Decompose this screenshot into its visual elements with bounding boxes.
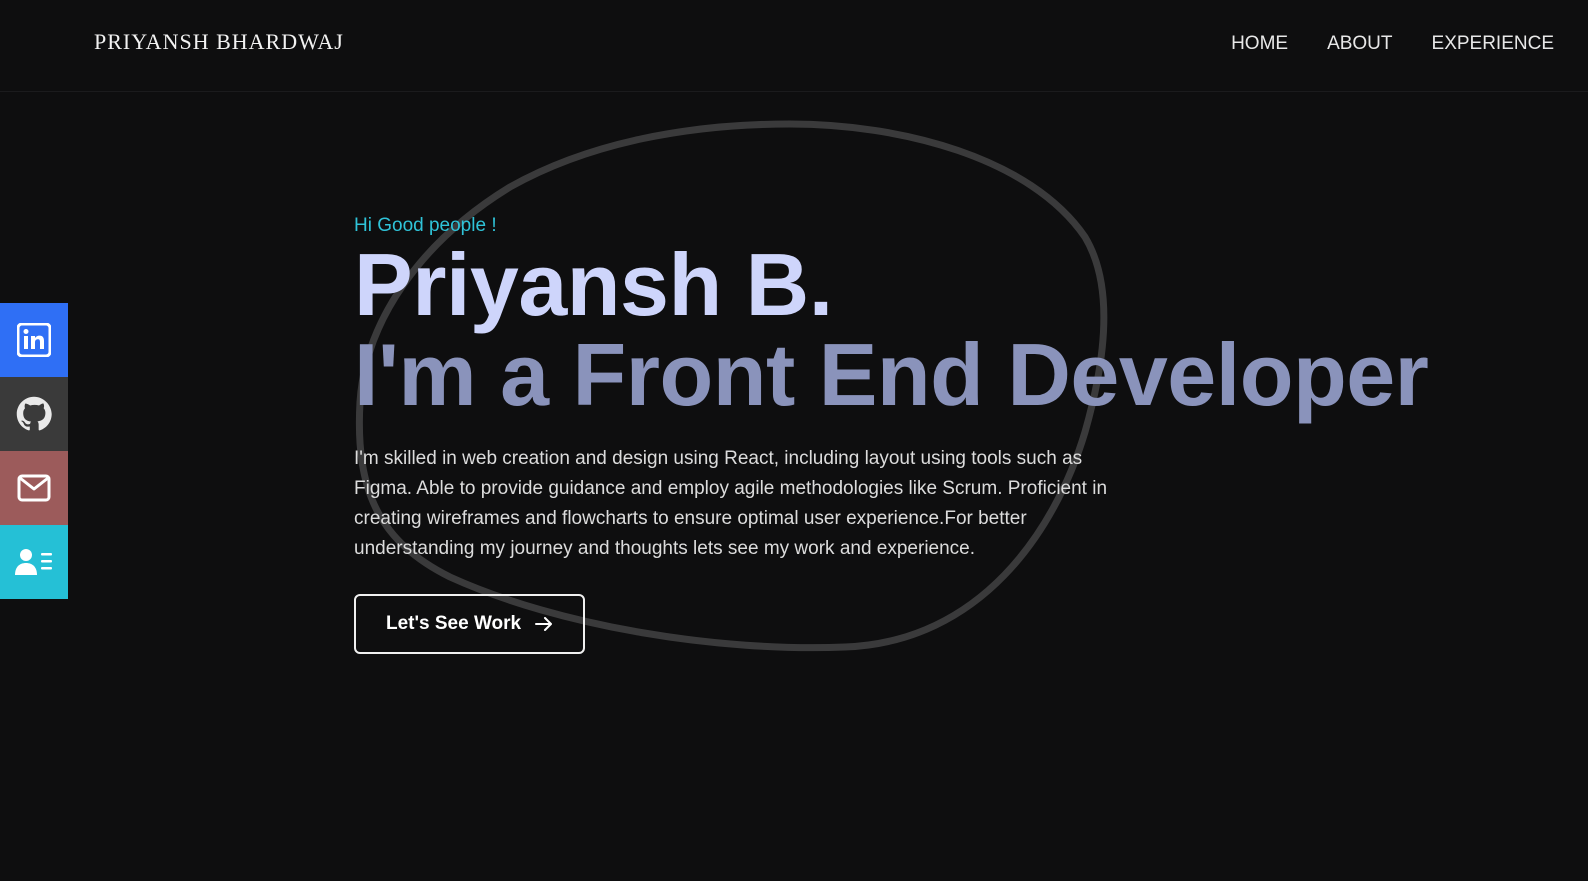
hero-role: I'm a Front End Developer [354,325,1429,424]
page: PRIYANSH BHARDWAJ HOME ABOUT EXPERIENCE … [0,0,1588,881]
linkedin-icon [17,323,51,357]
social-sidebar [0,303,68,599]
github-icon [16,396,52,431]
mail-icon [17,474,51,502]
social-github-button[interactable] [0,377,68,451]
hero-description: I'm skilled in web creation and design u… [354,448,1108,559]
nav-item-about[interactable]: ABOUT [1327,33,1392,55]
social-email-button[interactable] [0,451,68,525]
social-resume-button[interactable] [0,525,68,599]
social-linkedin-button[interactable] [0,303,68,377]
contact-card-icon [15,549,52,575]
site-header: PRIYANSH BHARDWAJ HOME ABOUT EXPERIENCE [0,0,1588,92]
see-work-label: Let's See Work [386,613,522,634]
nav-item-experience[interactable]: EXPERIENCE [1432,33,1554,55]
brand-logo[interactable]: PRIYANSH BHARDWAJ [94,29,344,55]
see-work-button[interactable]: Let's See Work [354,594,586,654]
hero-name: Priyansh B. [354,235,833,334]
arrow-right-icon [535,617,553,631]
main-nav: HOME ABOUT EXPERIENCE [1231,33,1554,55]
nav-item-home[interactable]: HOME [1231,33,1288,55]
hero-section: Hi Good people ! Priyansh B. I'm a Front… [354,212,1554,654]
